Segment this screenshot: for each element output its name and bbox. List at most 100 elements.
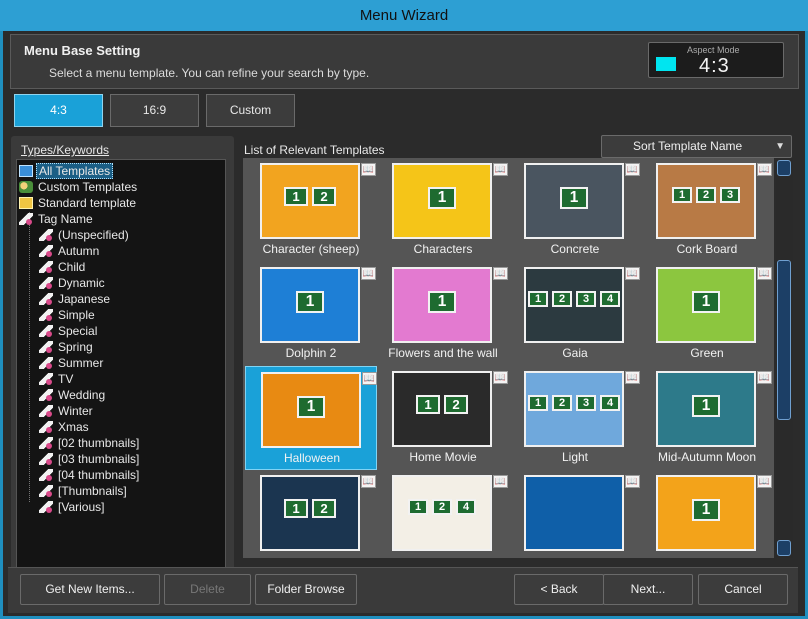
template-item[interactable]: 1 2 📖 <box>245 470 377 558</box>
back-button[interactable]: < Back <box>514 574 604 605</box>
book-icon[interactable]: 📖 <box>757 267 772 280</box>
book-icon[interactable]: 📖 <box>625 267 640 280</box>
thumbnail-tile: 1 <box>297 396 325 419</box>
tree-item[interactable]: Special <box>17 323 225 339</box>
thumbnail-tile: 2 <box>432 499 452 515</box>
scroll-down-button[interactable] <box>777 540 791 556</box>
tree-item[interactable]: Dynamic <box>17 275 225 291</box>
template-name: Characters <box>413 242 473 256</box>
tree-item[interactable]: Xmas <box>17 419 225 435</box>
scroll-thumb[interactable] <box>777 260 791 420</box>
tab-16-9[interactable]: 16:9 <box>110 94 199 127</box>
template-item[interactable]: 1 📖 Halloween <box>245 366 377 470</box>
tree-item[interactable]: Summer <box>17 355 225 371</box>
cancel-button[interactable]: Cancel <box>698 574 788 605</box>
template-item[interactable]: 1 📖 Flowers and the wall <box>377 262 509 366</box>
tree-item[interactable]: Winter <box>17 403 225 419</box>
tree-item[interactable]: Simple <box>17 307 225 323</box>
aspect-mode-indicator: Aspect Mode 4:3 <box>648 42 784 78</box>
template-grid[interactable]: 1 2 📖 Character (sheep) 1 📖 Characters 1 📖 Concre… <box>243 158 774 558</box>
book-icon[interactable]: 📖 <box>625 163 640 176</box>
thumbnail-tile: 2 <box>312 499 336 519</box>
scroll-up-button[interactable] <box>777 160 791 176</box>
book-icon[interactable]: 📖 <box>625 475 640 488</box>
tree-item-label: Autumn <box>58 244 100 258</box>
template-item[interactable]: 1 2 4 📖 <box>377 470 509 558</box>
template-item[interactable]: 1 📖 Concrete <box>509 158 641 262</box>
template-item[interactable]: 1 2 3 📖 Cork Board <box>641 158 773 262</box>
tree-item[interactable]: [Thumbnails] <box>17 483 225 499</box>
types-panel: Types/Keywords All Templates Custom Templ… <box>11 136 234 608</box>
book-icon[interactable]: 📖 <box>757 371 772 384</box>
tag-icon <box>19 213 33 225</box>
tab-4-3[interactable]: 4:3 <box>14 94 103 127</box>
template-item[interactable]: 1 2 📖 Character (sheep) <box>245 158 377 262</box>
template-name: Character (sheep) <box>262 242 360 256</box>
book-icon[interactable]: 📖 <box>493 163 508 176</box>
template-item[interactable]: 1 2 3 4 📖 Light <box>509 366 641 470</box>
sort-dropdown[interactable]: Sort Template Name ▼ <box>601 135 792 158</box>
thumbnail-tile: 4 <box>600 395 620 411</box>
delete-button[interactable]: Delete <box>164 574 251 605</box>
types-tree[interactable]: All Templates Custom Templates Standard te… <box>16 159 226 584</box>
tree-item[interactable]: Autumn <box>17 243 225 259</box>
next-button[interactable]: Next... <box>603 574 693 605</box>
custom-templates-icon <box>19 181 33 193</box>
tree-item[interactable]: [Various] <box>17 499 225 515</box>
tag-icon <box>39 309 53 321</box>
get-new-items-button[interactable]: Get New Items... <box>20 574 160 605</box>
template-item[interactable]: 1 📖 Green <box>641 262 773 366</box>
template-item[interactable]: 1 📖 Dolphin 2 <box>245 262 377 366</box>
tab-custom[interactable]: Custom <box>206 94 295 127</box>
book-icon[interactable]: 📖 <box>361 163 376 176</box>
book-icon[interactable]: 📖 <box>362 372 377 385</box>
book-icon[interactable]: 📖 <box>493 371 508 384</box>
tree-item-label: Custom Templates <box>38 180 138 194</box>
tag-icon <box>39 229 53 241</box>
book-icon[interactable]: 📖 <box>625 371 640 384</box>
template-item[interactable]: 1 2 📖 Home Movie <box>377 366 509 470</box>
template-item[interactable]: 1 📖 Characters <box>377 158 509 262</box>
tree-item[interactable]: [04 thumbnails] <box>17 467 225 483</box>
template-name: Green <box>690 346 724 360</box>
thumbnail-tile: 1 <box>428 187 456 210</box>
types-panel-label: Types/Keywords <box>21 143 110 157</box>
template-name: Halloween <box>283 451 341 465</box>
tree-item[interactable]: [02 thumbnails] <box>17 435 225 451</box>
template-grid-scrollbar[interactable] <box>776 158 793 558</box>
tree-item[interactable]: Spring <box>17 339 225 355</box>
tree-item[interactable]: [03 thumbnails] <box>17 451 225 467</box>
tree-item[interactable]: Custom Templates <box>17 179 225 195</box>
folder-browse-button[interactable]: Folder Browse <box>255 574 357 605</box>
header-panel: Menu Base Setting Select a menu template… <box>10 34 799 89</box>
thumbnail-tile: 1 <box>408 499 428 515</box>
book-icon[interactable]: 📖 <box>493 475 508 488</box>
tree-item[interactable]: Japanese <box>17 291 225 307</box>
book-icon[interactable]: 📖 <box>757 475 772 488</box>
template-name: Home Movie <box>409 450 477 464</box>
template-item[interactable]: 1 2 3 4 📖 Gaia <box>509 262 641 366</box>
tree-item[interactable]: Wedding <box>17 387 225 403</box>
template-item[interactable]: 1 📖 Mid-Autumn Moon <box>641 366 773 470</box>
tree-item[interactable]: (Unspecified) <box>17 227 225 243</box>
tag-icon <box>39 245 53 257</box>
tree-item[interactable]: Standard template <box>17 195 225 211</box>
tree-item[interactable]: TV <box>17 371 225 387</box>
template-thumbnail: 12 <box>260 475 360 551</box>
tag-icon <box>39 261 53 273</box>
template-item[interactable]: 1 📖 <box>641 470 773 558</box>
tree-item[interactable]: Child <box>17 259 225 275</box>
thumbnail-tile: 2 <box>552 395 572 411</box>
tree-item-label: Special <box>58 324 98 338</box>
template-item[interactable]: 📖 <box>509 470 641 558</box>
thumbnail-tile: 1 <box>672 187 692 203</box>
tree-item[interactable]: All Templates <box>17 163 225 179</box>
chevron-down-icon[interactable]: ▼ <box>775 136 785 157</box>
template-thumbnail: 1 <box>392 163 492 239</box>
book-icon[interactable]: 📖 <box>493 267 508 280</box>
book-icon[interactable]: 📖 <box>361 475 376 488</box>
book-icon[interactable]: 📖 <box>757 163 772 176</box>
book-icon[interactable]: 📖 <box>361 267 376 280</box>
tree-item[interactable]: Tag Name <box>17 211 225 227</box>
template-thumbnail: 12 <box>260 163 360 239</box>
